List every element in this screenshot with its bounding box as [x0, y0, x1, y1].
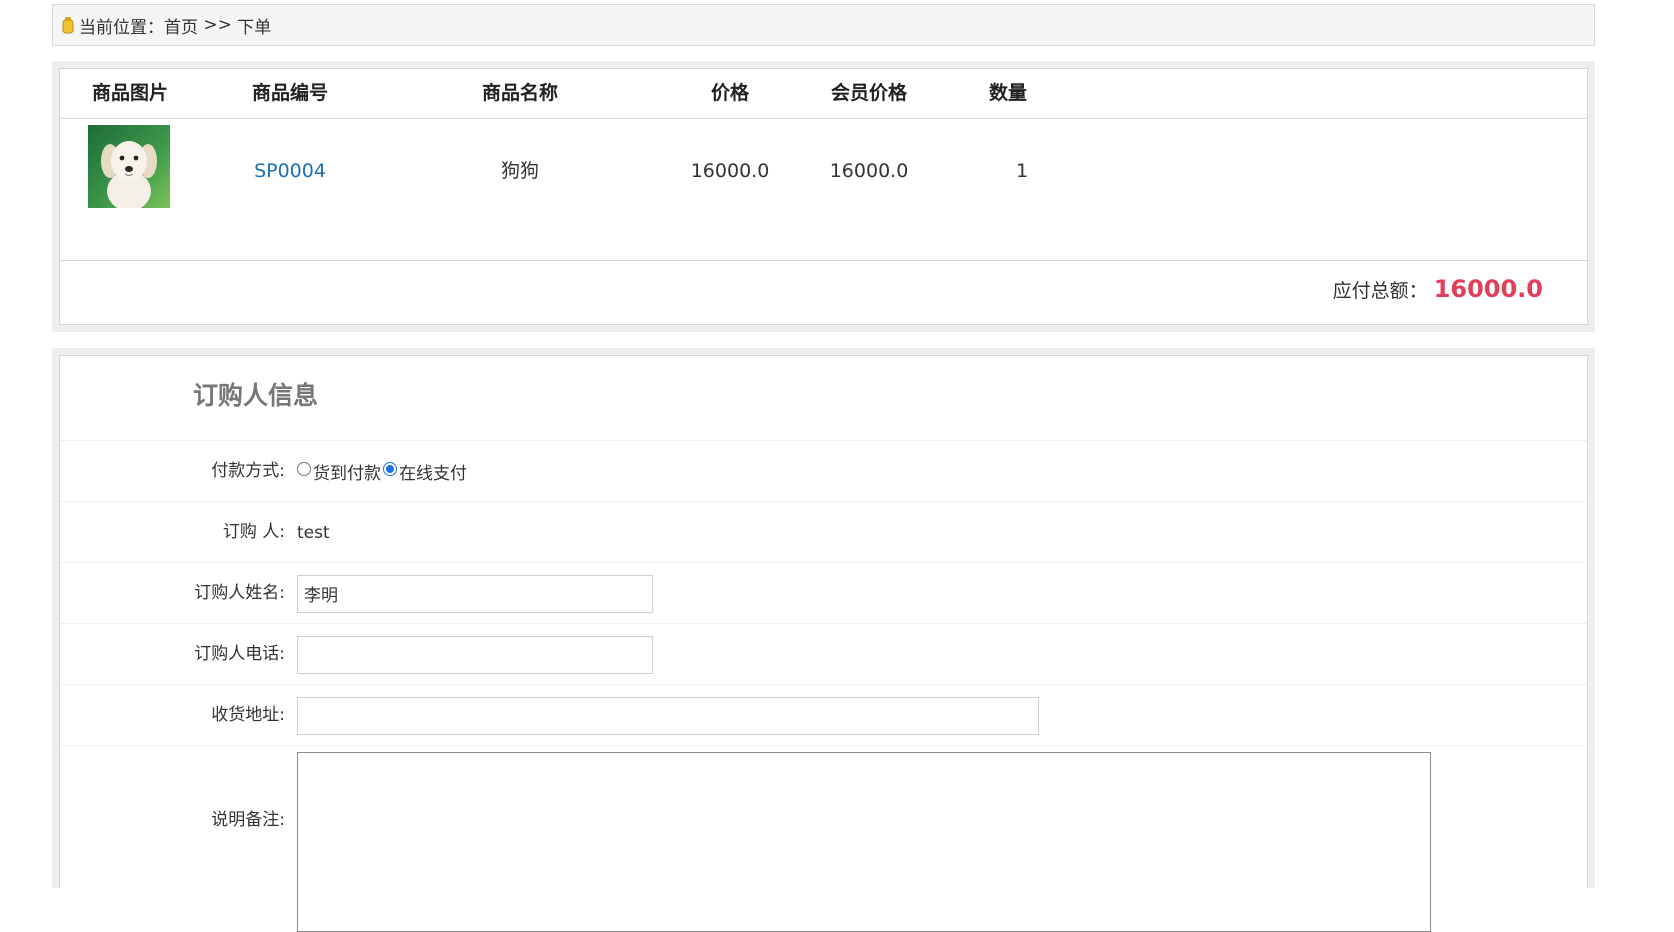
payment-cod-label[interactable]: 货到付款: [313, 459, 381, 484]
product-price: 16000.0: [690, 160, 770, 182]
product-member-price: 16000.0: [829, 160, 909, 182]
header-image: 商品图片: [91, 82, 169, 104]
buyer-name-input[interactable]: [297, 574, 653, 613]
remark-textarea[interactable]: [297, 752, 1431, 932]
breadcrumb-current: 下单: [237, 17, 272, 38]
product-name: 狗狗: [500, 160, 540, 182]
payment-online-radio[interactable]: [383, 461, 397, 476]
account-row: 订购 人: test: [60, 501, 1587, 562]
account-label: 订购 人:: [222, 522, 285, 542]
breadcrumb-prefix: 当前位置：: [79, 17, 164, 38]
name-value-wrap: [297, 563, 653, 624]
breadcrumb-separator: >>: [198, 15, 238, 35]
order-total: 应付总额： 16000.0: [1333, 275, 1543, 315]
total-value: 16000.0: [1433, 275, 1543, 303]
address-value-wrap: [297, 685, 1039, 746]
remark-label: 说明备注:: [211, 810, 285, 830]
payment-cod-radio[interactable]: [297, 461, 311, 476]
remark-row: 说明备注:: [60, 745, 1587, 932]
name-label: 订购人姓名:: [194, 583, 285, 603]
phone-label: 订购人电话:: [194, 644, 285, 664]
order-table-header: 商品图片 商品编号 商品名称 价格 会员价格 数量: [60, 69, 1587, 119]
section-title: 订购人信息: [193, 381, 319, 410]
buyer-panel: 订购人信息 付款方式: 货到付款 在线支付 订购 人: test 订购人姓名: …: [52, 348, 1595, 932]
product-quantity: 1: [1015, 160, 1029, 182]
header-member-price: 会员价格: [830, 82, 908, 104]
breadcrumb-home-link[interactable]: 首页: [164, 13, 198, 38]
header-quantity: 数量: [988, 82, 1028, 104]
address-label: 收货地址:: [211, 705, 285, 725]
payment-row: 付款方式: 货到付款 在线支付: [60, 440, 1587, 501]
total-label: 应付总额：: [1332, 280, 1428, 302]
breadcrumb: 当前位置： 首页 >> 下单: [52, 4, 1595, 46]
header-name: 商品名称: [481, 82, 559, 104]
payment-online-label[interactable]: 在线支付: [399, 459, 467, 484]
order-table: 商品图片 商品编号 商品名称 价格 会员价格 数量 SP0004 狗狗 1600…: [59, 68, 1588, 325]
account-value: test: [297, 522, 330, 543]
location-icon: [61, 16, 75, 34]
table-divider: [60, 260, 1587, 261]
name-row: 订购人姓名:: [60, 562, 1587, 623]
address-row: 收货地址:: [60, 684, 1587, 745]
buyer-form: 订购人信息 付款方式: 货到付款 在线支付 订购 人: test 订购人姓名: …: [59, 355, 1588, 932]
payment-label: 付款方式:: [211, 461, 285, 481]
buyer-phone-input[interactable]: [297, 635, 653, 674]
payment-options: 货到付款 在线支付: [297, 441, 469, 502]
product-code-link[interactable]: SP0004: [254, 151, 326, 191]
phone-row: 订购人电话:: [60, 623, 1587, 684]
header-code: 商品编号: [251, 82, 329, 104]
phone-value-wrap: [297, 624, 653, 685]
order-panel: 商品图片 商品编号 商品名称 价格 会员价格 数量 SP0004 狗狗 1600…: [52, 61, 1595, 332]
address-input[interactable]: [297, 696, 1039, 735]
header-price: 价格: [710, 82, 750, 104]
product-image[interactable]: [88, 125, 170, 208]
